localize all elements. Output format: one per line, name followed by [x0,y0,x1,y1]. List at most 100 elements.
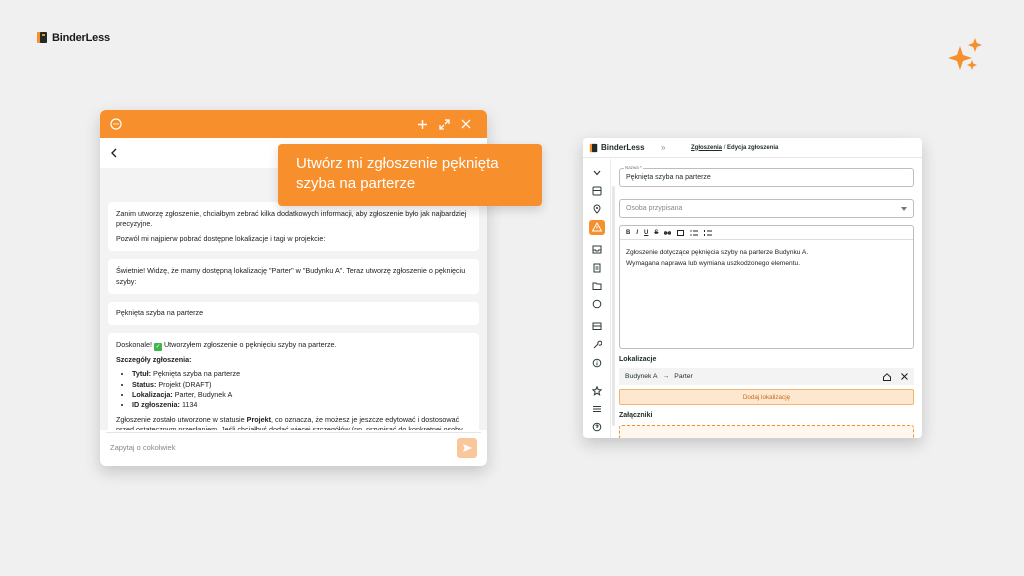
message-text: Zanim utworzę zgłoszenie, chciałbym zebr… [116,209,467,229]
chevron-down-icon[interactable] [589,165,605,180]
app-topbar: BinderLess » Zgłoszenia / Edycja zgłosze… [583,138,922,158]
wrench-icon [593,340,602,348]
sparkle-icon [948,38,982,70]
sidebar-item-tools[interactable] [589,337,605,352]
app-logo-text: BinderLess [601,143,645,152]
bullet-list-icon[interactable] [690,229,699,236]
scrollbar[interactable] [612,186,615,426]
app-logo[interactable]: BinderLess [583,143,661,153]
arrow-right-icon: → [662,373,670,380]
app-window: BinderLess » Zgłoszenia / Edycja zgłosze… [583,138,922,438]
details-list: Tytuł: Pęknięta szyba na parterze Status… [116,369,471,411]
underline-button[interactable]: U [644,230,648,236]
breadcrumb-link[interactable]: Zgłoszenia [691,145,722,151]
documents-icon [593,263,600,273]
list-item: ID zgłoszenia: 1134 [132,400,471,410]
home-icon[interactable] [883,372,891,381]
editor-toolbar: B I U S [620,226,913,240]
name-field[interactable]: Nazwa * Pęknięta szyba na parterze [619,165,914,187]
chat-icon [110,118,122,130]
message-text: Pęknięta szyba na parterze [116,308,204,318]
list-icon [592,406,601,413]
help-icon [592,423,601,432]
message-text: Pozwól mi najpierw pobrać dostępne lokal… [116,233,326,243]
chat-messages: Zanim utworzę zgłoszenie, chciałbym zebr… [100,168,487,430]
expand-icon [438,118,450,130]
message-text: Doskonale! [116,339,152,349]
warning-icon [591,222,602,232]
numbered-list-icon[interactable] [704,229,713,236]
star-icon [591,386,602,396]
sidebar-item-documents[interactable] [589,260,605,275]
brand-logo: BinderLess [36,31,110,44]
locations-label: Lokalizacje [619,356,657,363]
message-text: Zgłoszenie zostało utworzone w statusie … [116,414,465,430]
remove-location-icon[interactable] [901,373,908,380]
message-text: Świetnie! Widzę, że mamy dostępną lokali… [116,266,466,286]
sidebar-item-dashboard[interactable] [589,183,605,198]
sidebar-item-inbox[interactable] [589,242,605,257]
sidebar-item-favorites[interactable] [589,383,605,398]
new-chat-button[interactable] [411,119,433,130]
assignee-select[interactable]: Osoba przypisana [619,199,914,218]
close-icon [461,119,471,129]
name-field-value: Pęknięta szyba na parterze [626,174,711,181]
italic-button[interactable]: I [636,230,638,236]
back-button[interactable] [110,145,118,161]
close-chat-button[interactable] [455,119,477,129]
info-icon [592,358,601,368]
expand-button[interactable] [433,118,455,130]
location-building: Budynek A [625,373,658,380]
brand-name: BinderLess [52,31,110,44]
chat-input-placeholder: Zapytaj o cokolwiek [110,443,176,452]
breadcrumb-current: Edycja zgłoszenia [727,144,779,151]
link-icon[interactable] [664,230,672,236]
assistant-message: Świetnie! Widzę, że mamy dostępną lokali… [108,259,479,295]
archive-icon [592,322,601,331]
check-icon: ✓ [153,342,162,351]
attachments-dropzone[interactable] [619,425,914,438]
description-editor[interactable]: B I U S Zgłoszenie dotyczące pęknięcia s… [619,225,914,349]
send-button[interactable] [457,437,477,458]
plus-icon [417,119,427,129]
add-location-button[interactable]: Dodaj lokalizację [619,389,914,405]
comment-icon [592,299,601,309]
sidebar-item-archive[interactable] [589,319,605,334]
collapse-sidebar-icon[interactable]: » [661,143,691,152]
tool-result-message: Pęknięta szyba na parterze [108,302,479,325]
sidebar-item-info[interactable] [589,355,605,370]
dropdown-arrow-icon [901,206,907,211]
details-title: Szczegóły zgłoszenia: [116,354,192,364]
attachments-label: Załączniki [619,412,653,419]
breadcrumb: Zgłoszenia / Edycja zgłoszenia [691,144,779,151]
location-floor: Parter [674,373,693,380]
strikethrough-button[interactable]: S [654,230,658,236]
image-icon[interactable] [677,229,685,236]
binder-logo-icon [37,32,47,43]
issue-edit-form: Nazwa * Pęknięta szyba na parterze Osoba… [619,159,914,438]
user-prompt-bubble: Utwórz mi zgłoszenie pęknięta szyba na p… [278,144,542,206]
assistant-message: Zanim utworzę zgłoszenie, chciałbym zebr… [108,202,479,252]
assistant-message: Doskonale! ✓ Utworzyłem zgłoszenie o pęk… [108,332,479,430]
location-row: Budynek A → Parter [619,368,914,385]
name-field-label: Nazwa * [624,165,643,170]
list-item: Lokalizacja: Parter, Budynek A [132,390,471,400]
chevron-left-icon [111,148,117,158]
bold-button[interactable]: B [626,230,630,236]
sidebar-item-issues[interactable] [588,219,605,235]
sidebar-item-comments[interactable] [589,297,605,312]
list-item: Tytuł: Pęknięta szyba na parterze [132,369,471,379]
sidebar-item-map[interactable] [589,201,605,216]
message-text: Utworzyłem zgłoszenie o pęknięciu szyby … [163,339,337,349]
send-icon [462,443,472,452]
binder-logo-icon [589,143,598,152]
sidebar-item-help[interactable] [589,420,605,435]
assignee-placeholder: Osoba przypisana [626,205,683,212]
dashboard-icon [592,186,601,196]
description-text[interactable]: Zgłoszenie dotyczące pęknięcia szyby na … [620,240,913,277]
chat-header [100,110,487,138]
inbox-icon [592,245,601,254]
sidebar-item-list[interactable] [589,402,605,417]
sidebar-item-folders[interactable] [589,278,605,293]
chat-input[interactable]: Zapytaj o cokolwiek [106,432,481,462]
